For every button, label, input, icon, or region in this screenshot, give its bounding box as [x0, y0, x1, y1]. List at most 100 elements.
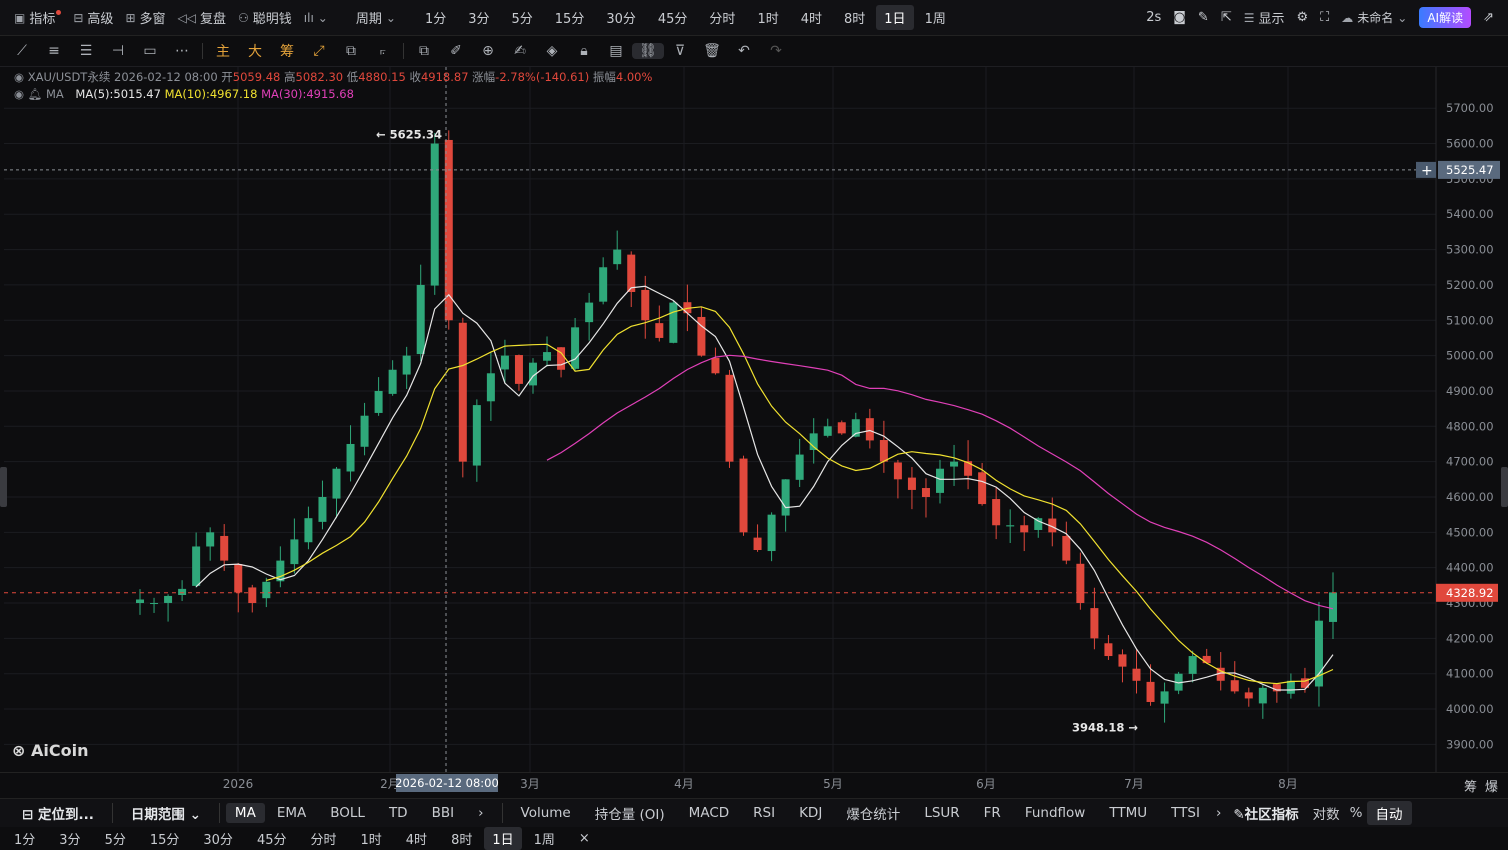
display-button[interactable]: ☰ 显示 — [1238, 8, 1291, 28]
indicator-button[interactable]: ▣ 指标 — [0, 8, 67, 27]
big-order-icon[interactable]: 大 — [239, 41, 271, 61]
fullscreen-icon[interactable]: ⛶ — [1314, 10, 1335, 25]
magnet-icon[interactable]: ⧉ — [335, 43, 367, 59]
copy-icon[interactable]: ⧉ — [408, 43, 440, 59]
period-option-6[interactable]: 分时 — [698, 8, 746, 27]
sub-indicator-1[interactable]: 持仓量 (OI) — [583, 803, 677, 823]
sub-indicator-7[interactable]: FR — [972, 805, 1013, 821]
period-option-10[interactable]: 1日 — [876, 5, 914, 30]
hide-icon[interactable]: ◈ — [536, 43, 568, 59]
left-collapse-handle[interactable] — [0, 467, 7, 507]
eye-icon[interactable]: ◉ — [14, 87, 24, 101]
lock-icon[interactable]: 🔒︎ — [568, 43, 600, 59]
chevron-right-icon[interactable]: › — [466, 805, 495, 821]
template-icon[interactable]: ▤ — [600, 43, 632, 59]
chevron-right-icon[interactable]: › — [1212, 805, 1225, 821]
percent-scale-button[interactable]: % — [1346, 805, 1367, 821]
bottom-period-option-6[interactable]: 分时 — [298, 829, 348, 848]
zoom-in-icon[interactable]: ⊕ — [472, 43, 504, 59]
sub-indicator-5[interactable]: 爆仓统计 — [834, 803, 912, 823]
sub-indicator-8[interactable]: Fundflow — [1013, 805, 1098, 821]
parallel-lines-icon[interactable]: ≡ — [38, 43, 70, 59]
period-option-9[interactable]: 8时 — [833, 8, 876, 27]
sub-indicator-10[interactable]: TTSI — [1159, 805, 1212, 821]
bottom-period-option-0[interactable]: 1分 — [2, 829, 47, 848]
redo-icon[interactable]: ↷ — [760, 43, 792, 59]
community-indicators-button[interactable]: ✎社区指标 — [1225, 803, 1306, 823]
signal-icon[interactable]: ⤢ — [303, 43, 335, 59]
undo-icon[interactable]: ↶ — [728, 43, 760, 59]
chart-area[interactable]: 5700.00 5600.00 5500.00 5400.00 5300.00 5200.… — [0, 67, 1508, 772]
bottom-period-option-3[interactable]: 15分 — [138, 829, 192, 848]
eye-icon[interactable]: ◉ — [14, 70, 24, 84]
filter-icon[interactable]: ⊽ — [664, 43, 696, 59]
rectangle-icon[interactable]: ▭ — [134, 43, 166, 59]
chip-icon[interactable]: 筹 — [271, 41, 303, 61]
sub-indicator-4[interactable]: KDJ — [787, 805, 834, 821]
period-dropdown[interactable]: 周期 ⌄ — [350, 8, 402, 28]
horizontal-ray-icon[interactable]: ⊣ — [102, 43, 134, 59]
period-option-1[interactable]: 3分 — [457, 8, 500, 27]
candle-type-button[interactable]: ılı ⌄ — [298, 11, 334, 25]
link-icon[interactable]: ⛓︎ — [632, 43, 664, 59]
close-icon[interactable]: × — [567, 831, 602, 846]
bottom-period-option-7[interactable]: 1时 — [349, 829, 394, 848]
bottom-period-option-4[interactable]: 30分 — [191, 829, 245, 848]
bottom-period-option-2[interactable]: 5分 — [93, 829, 138, 848]
ruler-icon[interactable]: ✐ — [440, 43, 472, 59]
auto-scale-button[interactable]: 自动 — [1366, 801, 1412, 825]
main-indicator-2[interactable]: BOLL — [318, 805, 377, 821]
bottom-period-option-8[interactable]: 4时 — [394, 829, 439, 848]
period-option-11[interactable]: 1周 — [914, 8, 957, 27]
locate-button[interactable]: ⊟ 定位到... — [10, 803, 106, 823]
camera-icon[interactable]: ◙ — [1167, 10, 1192, 25]
share-icon[interactable]: ⇱ — [1215, 10, 1238, 25]
main-force-icon[interactable]: 主 — [207, 41, 239, 61]
period-option-0[interactable]: 1分 — [414, 8, 457, 27]
sub-indicator-2[interactable]: MACD — [677, 805, 741, 821]
delete-icon[interactable]: 🗑︎ — [696, 43, 728, 59]
liquidation-toggle[interactable]: 爆 — [1485, 776, 1498, 795]
period-option-8[interactable]: 4时 — [790, 8, 833, 27]
main-indicator-3[interactable]: TD — [377, 805, 420, 821]
brush-icon[interactable]: ✍ — [504, 43, 536, 59]
bottom-period-option-5[interactable]: 45分 — [245, 829, 299, 848]
period-option-5[interactable]: 45分 — [647, 8, 699, 27]
period-option-7[interactable]: 1时 — [746, 8, 789, 27]
measure-icon[interactable]: ⟔ — [367, 43, 399, 59]
period-option-3[interactable]: 15分 — [544, 8, 596, 27]
smart-money-button[interactable]: ⚇ 聪明钱 — [232, 8, 298, 28]
bottom-period-option-9[interactable]: 8时 — [439, 829, 484, 848]
main-indicator-0[interactable]: MA — [225, 803, 265, 823]
bottom-period-option-11[interactable]: 1周 — [522, 829, 567, 848]
period-option-4[interactable]: 30分 — [595, 8, 647, 27]
bell-icon[interactable]: 🔔︎ — [28, 87, 43, 101]
main-indicator-4[interactable]: BBI — [420, 805, 467, 821]
settings-icon[interactable]: ⚙ — [1291, 10, 1315, 25]
refresh-rate[interactable]: 2s — [1140, 10, 1167, 25]
sub-indicator-9[interactable]: TTMU — [1097, 805, 1159, 821]
more-tools-icon[interactable]: ⋯ — [166, 43, 198, 59]
bottom-period-option-1[interactable]: 3分 — [47, 829, 92, 848]
sub-indicator-0[interactable]: Volume — [509, 805, 583, 821]
candlestick-chart[interactable]: 5700.005600.005500.005400.005300.005200.… — [0, 67, 1508, 772]
replay-button[interactable]: ◁◁ 复盘 — [172, 8, 232, 28]
sub-indicator-6[interactable]: LSUR — [912, 805, 971, 821]
multiwindow-button[interactable]: ⊞ 多窗 — [119, 8, 171, 28]
date-range-dropdown[interactable]: 日期范围 ⌄ — [119, 803, 213, 823]
period-list: 1分 3分 5分 15分 30分 45分 分时 1时 4时 8时 1日 1周 — [414, 0, 957, 35]
log-scale-button[interactable]: 对数 — [1307, 803, 1346, 823]
pen-icon[interactable]: ✎ — [1192, 10, 1215, 25]
right-collapse-handle[interactable] — [1501, 467, 1508, 507]
main-indicator-1[interactable]: EMA — [265, 805, 318, 821]
period-option-2[interactable]: 5分 — [501, 8, 544, 27]
horizontal-lines-icon[interactable]: ☰ — [70, 43, 102, 59]
ai-button[interactable]: AI解读 — [1413, 7, 1477, 28]
chip-toggle[interactable]: 筹 — [1464, 776, 1477, 795]
trendline-icon[interactable]: ⟋ — [6, 43, 38, 59]
expand-icon[interactable]: ⇗ — [1477, 10, 1508, 25]
sub-indicator-3[interactable]: RSI — [741, 805, 787, 821]
advanced-button[interactable]: ⊟ 高级 — [67, 8, 119, 28]
bottom-period-option-10[interactable]: 1日 — [484, 826, 522, 850]
layout-dropdown[interactable]: ☁ 未命名 ⌄ — [1335, 9, 1413, 26]
